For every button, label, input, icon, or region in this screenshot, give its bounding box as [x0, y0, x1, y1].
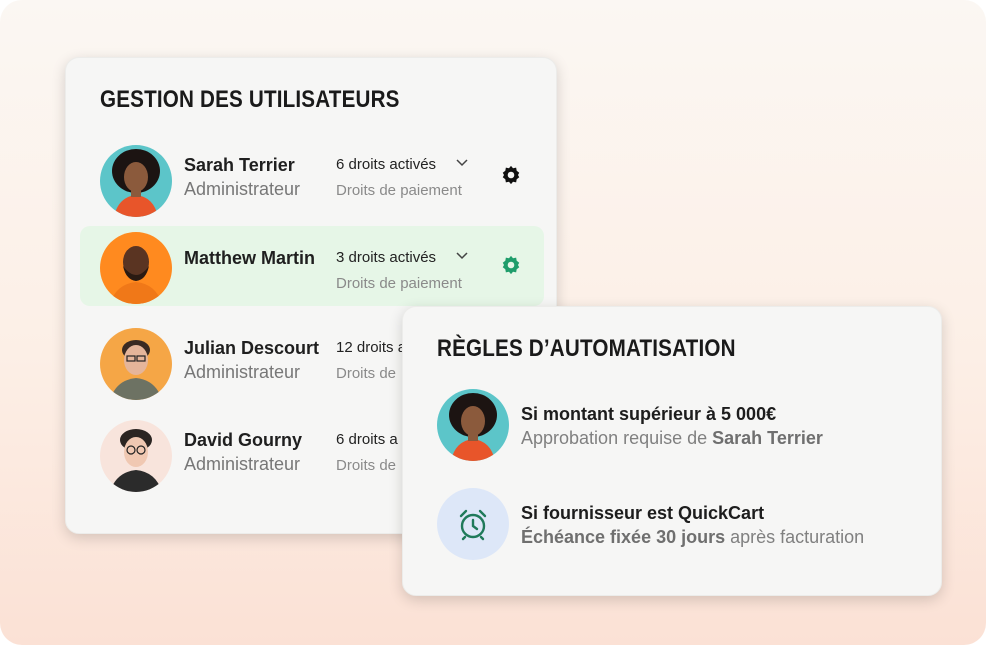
rights-count[interactable]: 3 droits activés	[336, 249, 436, 266]
rules-panel-title: RÈGLES D’AUTOMATISATION	[437, 335, 736, 362]
permission-label: Droits de paiement	[336, 182, 462, 199]
avatar	[437, 389, 509, 461]
user-row-selected[interactable]: Matthew Martin 3 droits activés Droits d…	[80, 226, 544, 306]
permission-label: Droits de	[336, 365, 397, 382]
chevron-down-icon[interactable]	[454, 155, 470, 169]
rule-title: Si fournisseur est QuickCart	[521, 503, 765, 523]
rule-description: Échéance fixée 30 jours après facturatio…	[521, 527, 865, 547]
users-panel-title: GESTION DES UTILISATEURS	[100, 86, 400, 113]
user-role: Administrateur	[184, 179, 301, 199]
alarm-clock-icon	[459, 509, 487, 541]
avatar	[100, 328, 172, 400]
permission-label: Droits de paiement	[336, 275, 462, 292]
user-name: Matthew Martin	[184, 248, 316, 268]
user-name: Julian Descourt	[184, 338, 320, 358]
chevron-down-icon[interactable]	[454, 248, 470, 262]
avatar	[100, 232, 172, 304]
automation-rules-card: RÈGLES D’AUTOMATISATION Si montant supér…	[402, 306, 942, 596]
user-role: Administrateur	[184, 362, 301, 382]
clock-badge	[437, 488, 509, 560]
user-row[interactable]: Sarah Terrier Administrateur 6 droits ac…	[80, 141, 544, 221]
permission-label: Droits de	[336, 457, 397, 474]
user-role: Administrateur	[184, 454, 301, 474]
rights-count[interactable]: 6 droits activés	[336, 156, 436, 173]
rule-description: Approbation requise de Sarah Terrier	[521, 428, 823, 448]
user-name: David Gourny	[184, 430, 303, 450]
rights-count[interactable]: 6 droits a	[336, 431, 398, 448]
gear-icon[interactable]	[500, 164, 522, 186]
avatar	[100, 420, 172, 492]
avatar	[100, 145, 172, 217]
user-name: Sarah Terrier	[184, 155, 295, 175]
rule-title: Si montant supérieur à 5 000€	[521, 404, 777, 424]
gear-icon[interactable]	[500, 254, 522, 276]
rights-count[interactable]: 12 droits a	[336, 339, 406, 356]
